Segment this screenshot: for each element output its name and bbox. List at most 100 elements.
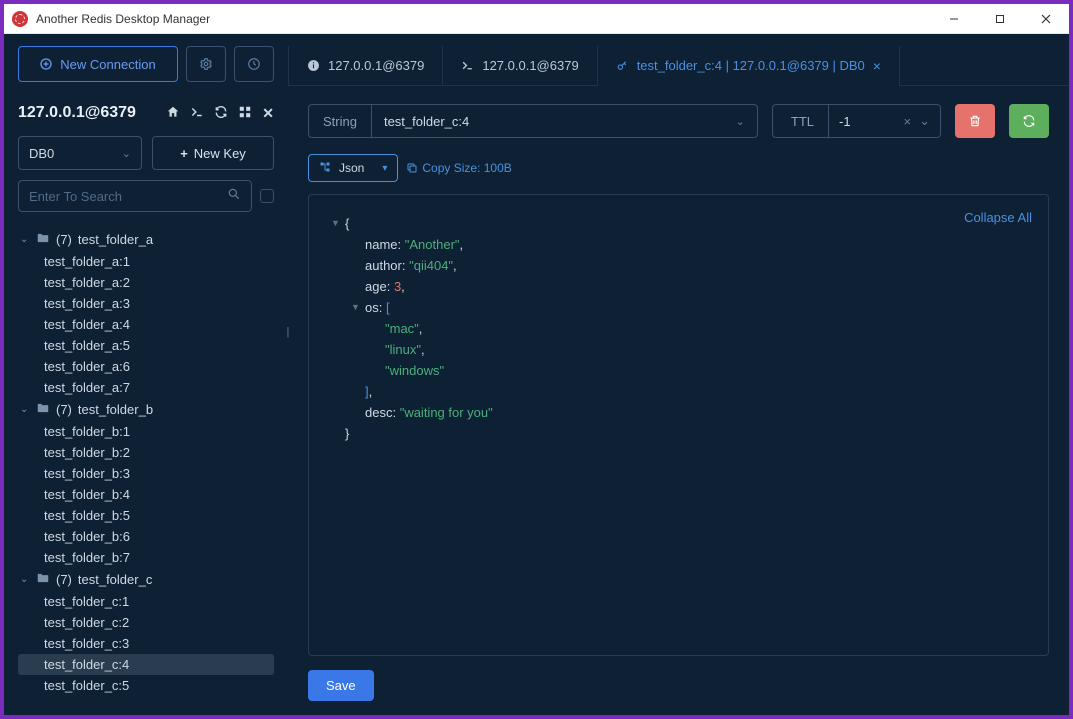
- sidebar: New Connection 127.0.0.1@6379 ✕: [4, 34, 288, 715]
- folder-name: test_folder_c: [78, 572, 152, 587]
- tree-key[interactable]: test_folder_b:4: [18, 484, 274, 505]
- close-button[interactable]: [1023, 4, 1069, 34]
- tab-close-icon[interactable]: ×: [873, 58, 881, 74]
- sidebar-drag-handle[interactable]: ||: [286, 326, 288, 338]
- json-string: "qii404": [409, 258, 453, 273]
- tree-key[interactable]: test_folder_b:7: [18, 547, 274, 568]
- json-string: "Another": [405, 237, 460, 252]
- minimize-button[interactable]: [931, 4, 977, 34]
- tree-key[interactable]: test_folder_a:5: [18, 335, 274, 356]
- tree-key[interactable]: test_folder_c:2: [18, 612, 274, 633]
- tree-key[interactable]: test_folder_a:1: [18, 251, 274, 272]
- folder-name: test_folder_a: [78, 232, 153, 247]
- ttl-clear-icon[interactable]: ×: [900, 114, 916, 129]
- maximize-button[interactable]: [977, 4, 1023, 34]
- tab-label: 127.0.0.1@6379: [482, 58, 578, 73]
- tab-key[interactable]: test_folder_c:4 | 127.0.0.1@6379 | DB0 ×: [598, 46, 900, 85]
- db-select-label: DB0: [29, 146, 54, 161]
- log-button[interactable]: [234, 46, 274, 82]
- folder-count: (7): [56, 402, 72, 417]
- tree-folder[interactable]: ⌄(7) test_folder_a: [18, 228, 274, 251]
- title-bar: Another Redis Desktop Manager: [4, 4, 1069, 34]
- json-string: "mac": [385, 321, 419, 336]
- tree-key[interactable]: test_folder_a:3: [18, 293, 274, 314]
- folder-name: test_folder_b: [78, 402, 153, 417]
- disconnect-icon[interactable]: ✕: [262, 105, 274, 122]
- folder-icon: [36, 571, 50, 588]
- tree-key[interactable]: test_folder_c:1: [18, 591, 274, 612]
- ttl-value: -1: [839, 114, 851, 129]
- app-icon: [12, 11, 28, 27]
- settings-button[interactable]: [186, 46, 226, 82]
- json-string: "waiting for you": [400, 405, 493, 420]
- collapse-all-button[interactable]: Collapse All: [964, 207, 1032, 228]
- json-string: "windows": [385, 363, 444, 378]
- tree-key[interactable]: test_folder_b:5: [18, 505, 274, 526]
- refresh-button[interactable]: [1009, 104, 1049, 138]
- copy-button[interactable]: Copy Size: 100B: [406, 161, 511, 175]
- type-select-label: String: [323, 114, 357, 129]
- home-icon[interactable]: [166, 105, 180, 122]
- json-key: age:: [365, 279, 390, 294]
- ttl-label-box: TTL: [772, 104, 829, 138]
- json-key: name:: [365, 237, 401, 252]
- tree-key[interactable]: test_folder_a:4: [18, 314, 274, 335]
- key-tree[interactable]: ⌄(7) test_folder_atest_folder_a:1test_fo…: [18, 228, 274, 715]
- tab-cli[interactable]: 127.0.0.1@6379: [443, 46, 597, 85]
- tree-key[interactable]: test_folder_b:2: [18, 442, 274, 463]
- refresh-icon[interactable]: [214, 105, 228, 122]
- grid-icon[interactable]: [238, 105, 252, 122]
- save-button[interactable]: Save: [308, 670, 374, 701]
- connection-name[interactable]: 127.0.0.1@6379: [18, 104, 166, 122]
- json-brace: {: [345, 216, 349, 231]
- type-select[interactable]: String: [308, 104, 372, 138]
- json-key: os:: [365, 300, 382, 315]
- tree-icon: [319, 161, 331, 176]
- format-label: Json: [339, 161, 364, 175]
- json-bracket: [: [386, 300, 390, 315]
- search-input[interactable]: [29, 189, 227, 204]
- folder-count: (7): [56, 572, 72, 587]
- chevron-down-icon: ⌄: [122, 147, 131, 160]
- tab-label: 127.0.0.1@6379: [328, 58, 424, 73]
- ttl-label: TTL: [791, 114, 814, 129]
- new-key-button[interactable]: + New Key: [152, 136, 274, 170]
- new-connection-label: New Connection: [60, 57, 155, 72]
- ttl-input[interactable]: -1 × ⌄: [829, 104, 941, 138]
- json-key: desc:: [365, 405, 396, 420]
- exact-match-checkbox[interactable]: [260, 189, 274, 203]
- new-connection-button[interactable]: New Connection: [18, 46, 178, 82]
- json-key: author:: [365, 258, 405, 273]
- ttl-confirm-icon[interactable]: ⌄: [915, 113, 930, 129]
- delete-button[interactable]: [955, 104, 995, 138]
- tree-key[interactable]: test_folder_c:3: [18, 633, 274, 654]
- tree-key[interactable]: test_folder_a:7: [18, 377, 274, 398]
- chevron-down-icon: ▾: [382, 163, 387, 174]
- db-select[interactable]: DB0 ⌄: [18, 136, 142, 170]
- tree-key[interactable]: test_folder_c:4: [18, 654, 274, 675]
- new-key-label: New Key: [194, 146, 246, 161]
- search-box[interactable]: [18, 180, 252, 212]
- tree-key[interactable]: test_folder_a:6: [18, 356, 274, 377]
- tree-key[interactable]: test_folder_b:3: [18, 463, 274, 484]
- tab-info[interactable]: 127.0.0.1@6379: [288, 46, 443, 85]
- folder-icon: [36, 401, 50, 418]
- folder-icon: [36, 231, 50, 248]
- chevron-down-icon[interactable]: ⌄: [736, 115, 745, 128]
- cli-icon[interactable]: [190, 105, 204, 122]
- tree-folder[interactable]: ⌄(7) test_folder_c: [18, 568, 274, 591]
- format-select[interactable]: Json ▾: [308, 154, 398, 182]
- key-name-value: test_folder_c:4: [384, 114, 469, 129]
- key-name-input[interactable]: test_folder_c:4 ⌄: [372, 104, 758, 138]
- window-title: Another Redis Desktop Manager: [36, 12, 210, 26]
- main-panel: 127.0.0.1@6379 127.0.0.1@6379 test_folde…: [288, 34, 1069, 715]
- copy-label: Copy Size: 100B: [422, 161, 511, 175]
- tree-key[interactable]: test_folder_b:1: [18, 421, 274, 442]
- tabs: 127.0.0.1@6379 127.0.0.1@6379 test_folde…: [288, 46, 1069, 86]
- tree-folder[interactable]: ⌄(7) test_folder_b: [18, 398, 274, 421]
- search-icon[interactable]: [227, 187, 241, 206]
- tree-key[interactable]: test_folder_a:2: [18, 272, 274, 293]
- value-viewer[interactable]: Collapse All ▼{ name: "Another", author:…: [308, 194, 1049, 656]
- tree-key[interactable]: test_folder_b:6: [18, 526, 274, 547]
- tree-key[interactable]: test_folder_c:5: [18, 675, 274, 696]
